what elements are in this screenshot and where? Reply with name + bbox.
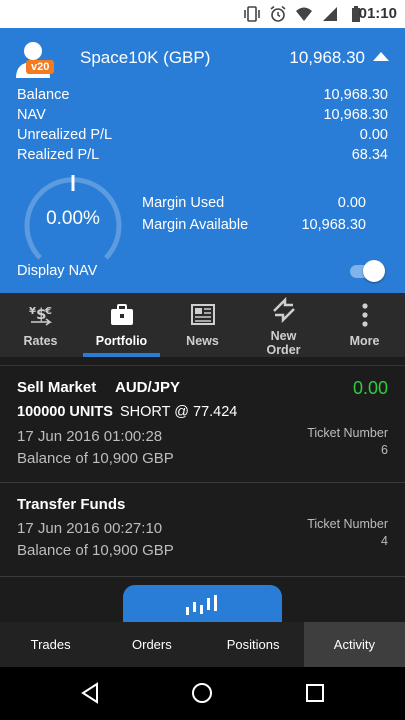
stat-label: Unrealized P/L [17, 127, 113, 143]
tab-positions[interactable]: Positions [203, 622, 304, 667]
margin-used-label: Margin Used [142, 195, 225, 211]
briefcase-icon [110, 304, 133, 325]
nav-rates[interactable]: ¥ $ € Rates [0, 293, 81, 357]
stat-value: 10,968.30 [323, 107, 388, 123]
transaction-type: Sell Market [17, 379, 97, 396]
nav-label: News [186, 334, 219, 348]
collapse-icon[interactable] [373, 52, 389, 61]
account-summary: v20 Space10K (GBP) 10,968.30 Balance 10,… [0, 28, 405, 293]
vibrate-icon [244, 6, 260, 22]
transaction-datetime: 17 Jun 2016 01:00:28 [17, 428, 163, 445]
display-nav-label: Display NAV [17, 263, 98, 279]
transaction-item[interactable]: Transfer Funds 17 Jun 2016 00:27:10 Bala… [0, 483, 405, 577]
tab-activity[interactable]: Activity [303, 622, 405, 667]
version-badge: v20 [26, 60, 55, 74]
stat-unrealized-pl: Unrealized P/L 0.00 [17, 125, 388, 145]
back-icon[interactable] [78, 681, 102, 705]
nav-label-line2: Order [266, 343, 301, 357]
account-name[interactable]: Space10K (GBP) [80, 48, 210, 68]
clock: 01:10 [358, 5, 397, 22]
transaction-amount: 0.00 [352, 378, 388, 398]
account-total: 10,968.30 [289, 48, 365, 67]
margin-info: Margin Used 0.00 Margin Available 10,968… [142, 192, 366, 236]
display-nav-toggle[interactable] [348, 260, 386, 282]
cell-signal-icon [323, 7, 337, 21]
transaction-balance: Balance of 10,900 GBP [17, 450, 174, 467]
activity-list: Sell Market AUD/JPY 0.00 100000 UNITS SH… [0, 357, 405, 622]
transaction-type: Transfer Funds [17, 496, 126, 513]
nav-label: Portfolio [95, 334, 148, 348]
status-icons [243, 5, 365, 23]
status-bar: 01:10 [0, 0, 405, 28]
toggle-knob [363, 260, 385, 282]
transaction-balance: Balance of 10,900 GBP [17, 542, 174, 559]
app-screen: 01:10 v20 Space10K (GBP) 10,968.30 Balan… [0, 0, 405, 720]
home-icon[interactable] [190, 681, 214, 705]
stat-value: 0.00 [359, 127, 388, 143]
margin-available-value: 10,968.30 [301, 217, 366, 233]
new-order-icon [272, 297, 295, 323]
transaction-units: 100000 UNITS [17, 404, 113, 420]
recents-icon[interactable] [303, 681, 327, 705]
transaction-item[interactable]: Sell Market AUD/JPY 0.00 100000 UNITS SH… [0, 365, 405, 483]
stat-label: Realized P/L [17, 147, 100, 163]
system-nav-bar [0, 667, 405, 720]
more-vertical-icon [361, 303, 368, 327]
tab-trades[interactable]: Trades [0, 622, 101, 667]
margin-used-value: 0.00 [337, 195, 366, 211]
stat-value: 10,968.30 [323, 87, 388, 103]
nav-new-order[interactable]: New Order [243, 293, 324, 357]
nav-label: More [349, 334, 380, 348]
margin-percent: 0.00% [46, 208, 100, 229]
margin-used-row: Margin Used 0.00 [142, 192, 366, 214]
bar-chart-icon [186, 595, 217, 615]
ticket-number: 6 [381, 443, 388, 457]
nav-news[interactable]: News [162, 293, 243, 357]
stat-nav: NAV 10,968.30 [17, 105, 388, 125]
nav-portfolio[interactable]: Portfolio [81, 293, 162, 357]
stat-balance: Balance 10,968.30 [17, 85, 388, 105]
main-nav: ¥ $ € Rates Portfolio News New Order Mor… [0, 293, 405, 357]
nav-label: Rates [23, 334, 58, 348]
nav-label-line1: New [270, 329, 297, 343]
transaction-pair: AUD/JPY [115, 379, 181, 396]
newspaper-icon [190, 304, 215, 325]
svg-text:¥: ¥ [29, 306, 36, 317]
ticket-label: Ticket Number [307, 517, 388, 531]
svg-text:€: € [44, 306, 52, 317]
wifi-icon [296, 7, 312, 21]
nav-more[interactable]: More [324, 293, 405, 357]
stat-label: NAV [17, 107, 46, 123]
margin-available-row: Margin Available 10,968.30 [142, 214, 366, 236]
tab-orders[interactable]: Orders [101, 622, 202, 667]
margin-available-label: Margin Available [142, 217, 249, 233]
account-stats: Balance 10,968.30 NAV 10,968.30 Unrealiz… [17, 85, 388, 165]
stat-realized-pl: Realized P/L 68.34 [17, 145, 388, 165]
transaction-datetime: 17 Jun 2016 00:27:10 [17, 520, 163, 537]
rates-icon: ¥ $ € [29, 305, 52, 326]
stat-value: 68.34 [351, 147, 388, 163]
ticket-number: 4 [381, 534, 388, 548]
alarm-icon [270, 5, 286, 22]
transaction-side: SHORT @ 77.424 [120, 404, 238, 420]
ticket-label: Ticket Number [307, 426, 388, 440]
stat-label: Balance [17, 87, 70, 103]
portfolio-tabs: Trades Orders Positions Activity [0, 622, 405, 667]
